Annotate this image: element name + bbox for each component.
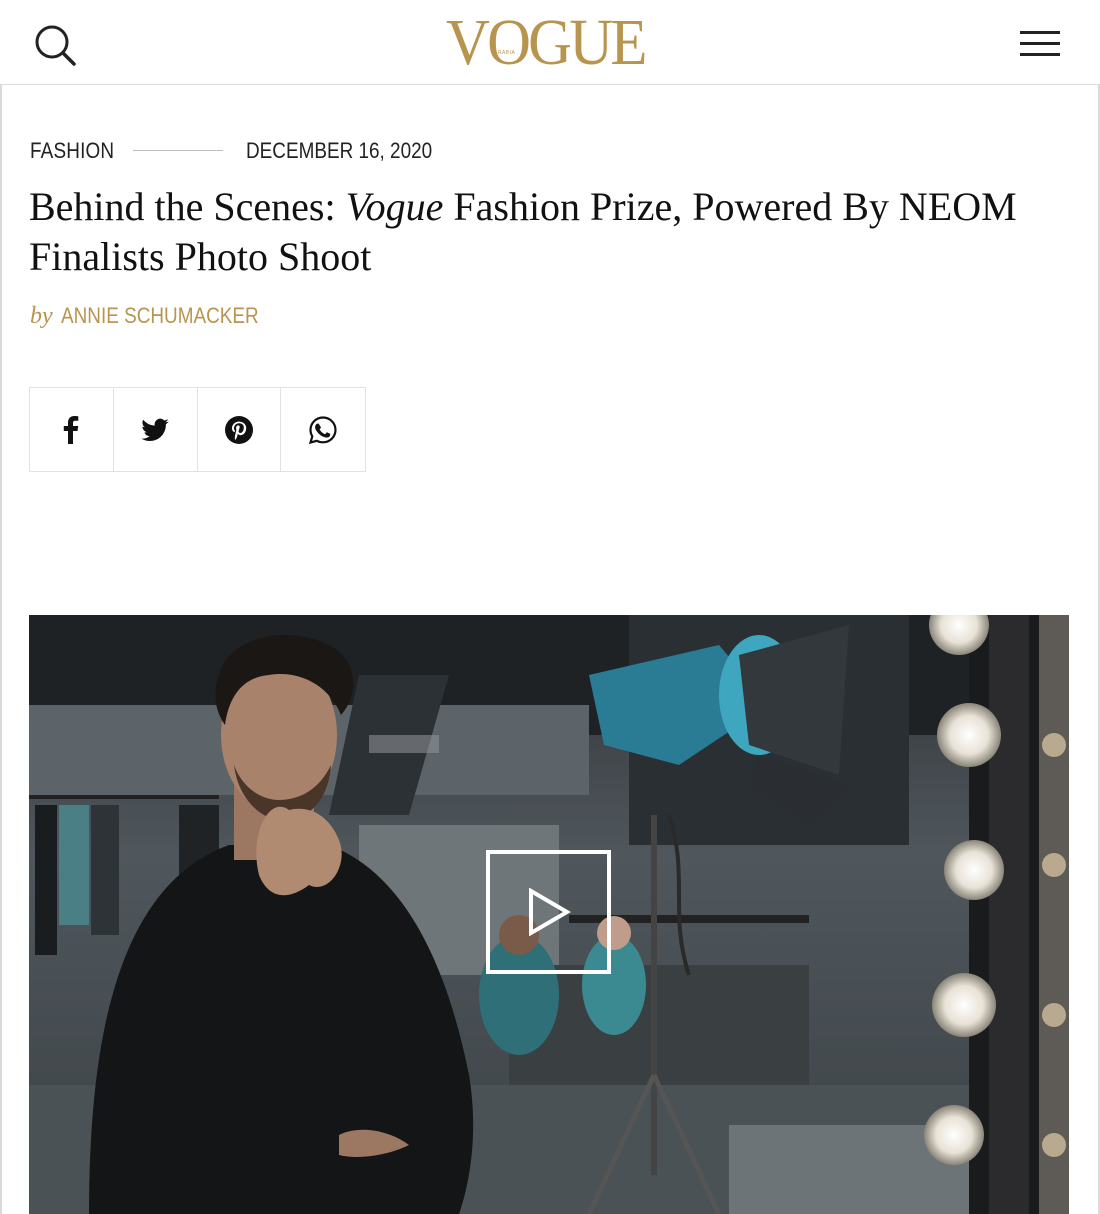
article-meta: FASHION DECEMBER 16, 2020 (30, 137, 432, 165)
publish-date: DECEMBER 16, 2020 (246, 138, 433, 163)
search-icon (35, 25, 76, 66)
hamburger-menu-icon (1020, 31, 1060, 56)
twitter-icon (141, 418, 169, 441)
meta-divider (133, 150, 223, 151)
title-part-1: Behind the Scenes: (29, 184, 346, 229)
play-button[interactable] (486, 850, 611, 974)
share-twitter-button[interactable] (114, 388, 198, 471)
byline: by ANNIE SCHUMACKER (30, 303, 291, 335)
facebook-icon (64, 415, 79, 444)
title-italic: Vogue (345, 184, 444, 229)
site-header: VOGUE ARABIA (0, 0, 1100, 85)
logo-text: VOGUE (446, 6, 647, 79)
share-pinterest-button[interactable] (198, 388, 282, 471)
video-player[interactable] (29, 615, 1069, 1214)
share-whatsapp-button[interactable] (281, 388, 365, 471)
pinterest-icon (224, 415, 253, 444)
menu-button[interactable] (1016, 26, 1064, 62)
vogue-logo[interactable]: VOGUE ARABIA (446, 10, 654, 76)
category-link[interactable]: FASHION (30, 138, 114, 164)
search-button[interactable] (32, 22, 78, 68)
share-bar (29, 387, 366, 472)
article-title: Behind the Scenes: Vogue Fashion Prize, … (29, 182, 1029, 282)
whatsapp-icon (309, 415, 337, 444)
play-icon (529, 888, 571, 936)
author-link[interactable]: ANNIE SCHUMACKER (61, 303, 259, 329)
share-facebook-button[interactable] (30, 388, 114, 471)
logo-subtext: ARABIA (494, 50, 516, 56)
by-label: by (30, 303, 53, 329)
